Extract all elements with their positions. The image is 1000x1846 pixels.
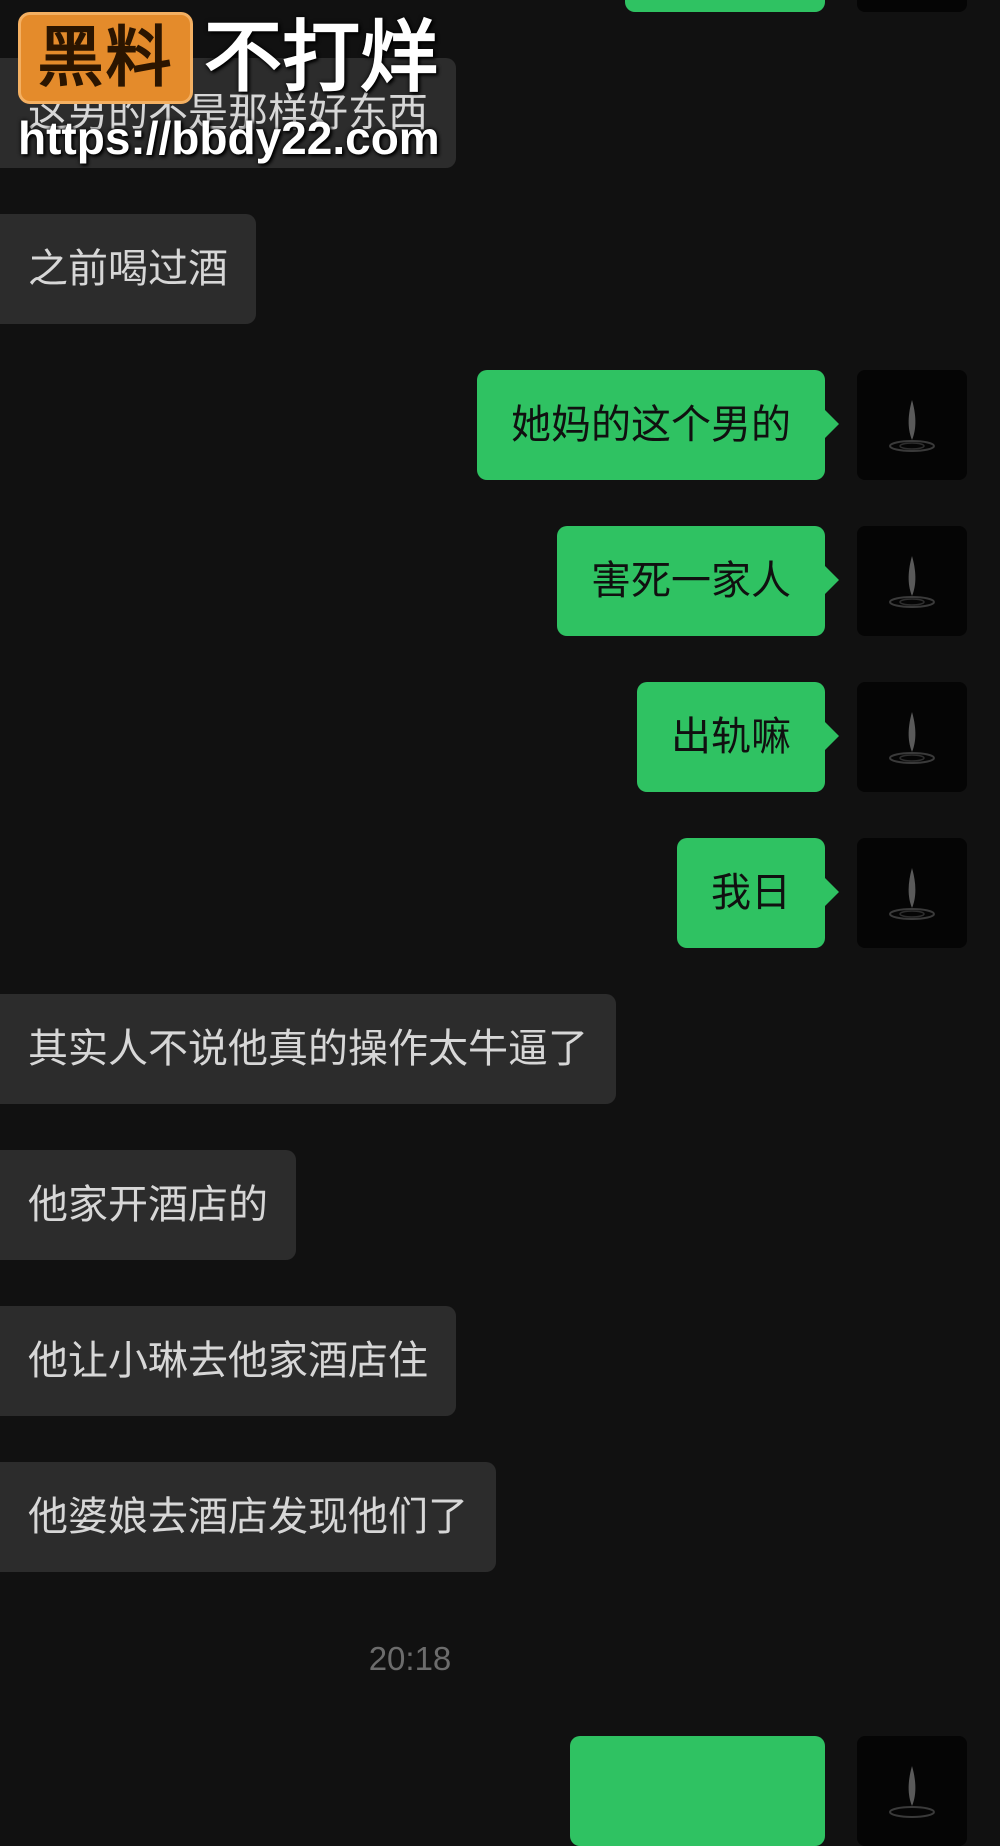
water-drop-avatar-icon [889,556,935,608]
water-drop-avatar-icon [857,0,967,12]
water-drop-avatar-icon [889,1766,935,1818]
chat-bubble-outgoing[interactable]: 我日 [677,838,839,948]
avatar[interactable] [857,526,967,636]
water-drop-avatar-icon [889,712,935,764]
chat-bubble-incoming[interactable]: 他婆娘去酒店发现他们了 [0,1462,496,1572]
water-drop-avatar-icon [889,400,935,452]
chat-bubble-outgoing[interactable] [570,1736,825,1846]
chat-bubble-outgoing[interactable]: 她妈的这个男的 [477,370,839,480]
chat-bubble-incoming[interactable]: 他让小琳去他家酒店住 [0,1306,456,1416]
avatar[interactable] [857,1736,967,1846]
chat-bubble-outgoing[interactable]: 害死一家人 [557,526,839,636]
chat-bubble-incoming[interactable]: 之前喝过酒 [0,214,256,324]
avatar[interactable] [857,682,967,792]
avatar[interactable] [857,0,967,12]
chat-bubble-incoming[interactable]: 这男的不是那样好东西 [0,58,456,168]
chat-bubble-incoming[interactable]: 其实人不说他真的操作太牛逼了 [0,994,616,1104]
message-timestamp: 20:18 [368,1640,452,1677]
avatar[interactable] [857,370,967,480]
chat-bubble-incoming[interactable]: 他家开酒店的 [0,1150,296,1260]
chat-bubble-outgoing[interactable] [625,0,825,12]
chat-bubble-outgoing[interactable]: 出轨嘛 [637,682,839,792]
water-drop-avatar-icon [889,868,935,920]
avatar[interactable] [857,838,967,948]
